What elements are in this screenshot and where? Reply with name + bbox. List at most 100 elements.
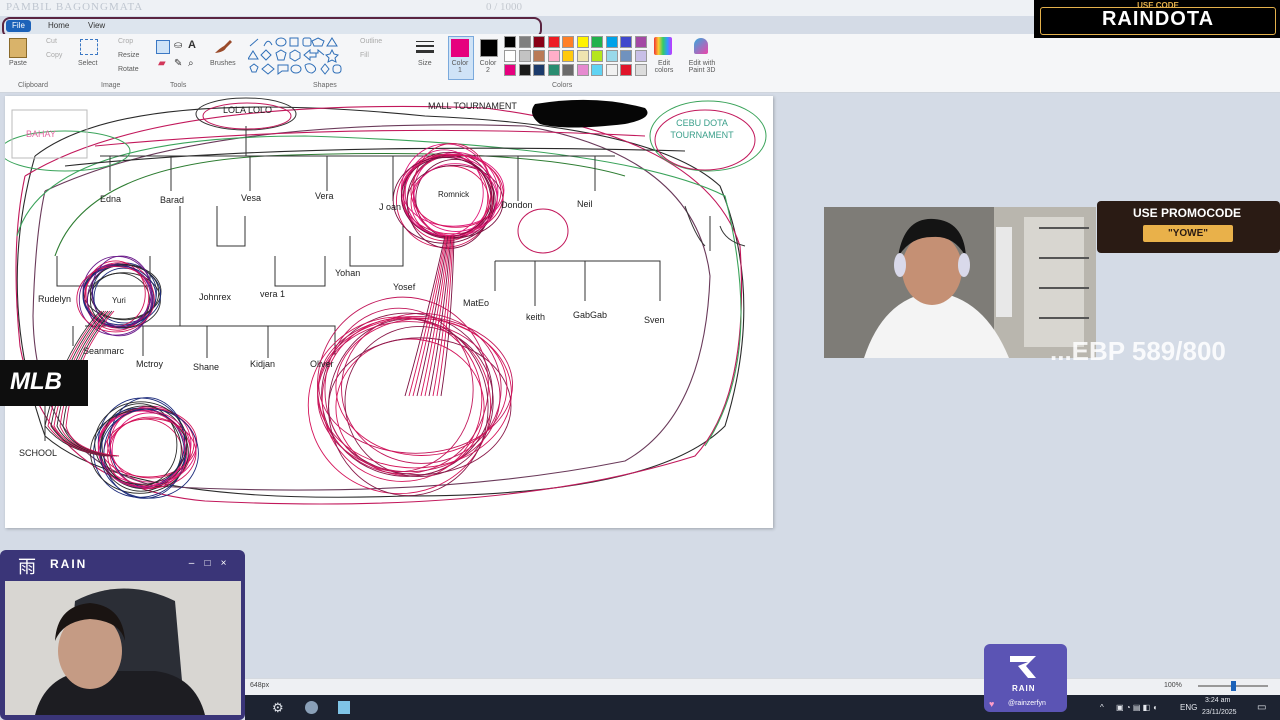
- palette-swatch[interactable]: [620, 64, 632, 76]
- palette-swatch[interactable]: [518, 64, 531, 76]
- zoom-level: 100%: [1164, 682, 1182, 689]
- edit-colors-icon[interactable]: [654, 37, 672, 55]
- size-button[interactable]: Size: [418, 60, 432, 67]
- paste-icon[interactable]: [9, 38, 27, 58]
- palette-swatch[interactable]: [634, 50, 647, 62]
- color-picker-icon[interactable]: ✎: [174, 58, 182, 69]
- color1-swatch: [451, 39, 469, 57]
- pencil-icon[interactable]: [156, 40, 170, 54]
- copy-button[interactable]: Copy: [46, 52, 62, 59]
- palette-swatch[interactable]: [504, 36, 516, 48]
- brushes-button[interactable]: Brushes: [210, 60, 236, 67]
- paint-app-icon[interactable]: [338, 701, 350, 714]
- paste-button[interactable]: Paste: [9, 60, 27, 67]
- palette-swatch[interactable]: [533, 50, 545, 62]
- palette-swatch[interactable]: [605, 36, 618, 48]
- text-icon[interactable]: A: [188, 39, 196, 51]
- palette-swatch[interactable]: [533, 64, 545, 76]
- settings-icon[interactable]: ⚙: [272, 700, 284, 716]
- clock-date[interactable]: 23/11/2025: [1202, 709, 1237, 716]
- palette-swatch[interactable]: [634, 64, 647, 76]
- guest-webcam: [5, 581, 241, 715]
- palette-swatch[interactable]: [562, 36, 574, 48]
- scribble-stroke: [97, 410, 186, 488]
- palette-swatch[interactable]: [605, 50, 618, 62]
- tab-home[interactable]: Home: [42, 20, 75, 32]
- notification-icon[interactable]: ▭: [1257, 702, 1266, 713]
- palette-swatch[interactable]: [562, 64, 574, 76]
- color2-swatch[interactable]: [480, 39, 498, 57]
- eraser-icon[interactable]: ▰: [158, 58, 166, 69]
- palette-swatch[interactable]: [591, 36, 603, 48]
- fill-bucket-icon[interactable]: ⛀: [174, 40, 182, 51]
- shapes-gallery[interactable]: [247, 37, 344, 77]
- label-cebu-dota: CEBU DOTA TOURNAMENT: [670, 118, 734, 140]
- palette-swatch[interactable]: [576, 64, 589, 76]
- label-yosef: Yosef: [393, 282, 416, 292]
- tray-chevron-icon[interactable]: ^: [1100, 703, 1104, 712]
- edit-colors-button[interactable]: Edit colors: [652, 60, 676, 74]
- maximize-icon[interactable]: □: [202, 558, 213, 569]
- app-icon[interactable]: [305, 701, 318, 714]
- cut-button[interactable]: Cut: [46, 38, 57, 45]
- tray-icons[interactable]: ▣ ◔ ▤ ◧ ◖: [1116, 703, 1157, 712]
- paint3d-button[interactable]: Edit with Paint 3D: [684, 60, 720, 74]
- window-title: PAMBIL BAGONGMATA: [6, 1, 144, 13]
- mlb-logo-text: MLB: [10, 368, 62, 395]
- palette-swatch[interactable]: [591, 50, 603, 62]
- status-bar: [245, 678, 1280, 696]
- label-sven: Sven: [644, 315, 665, 325]
- palette-swatch[interactable]: [605, 64, 618, 76]
- select-icon[interactable]: [80, 39, 98, 55]
- palette-swatch[interactable]: [576, 36, 589, 48]
- palette-swatch[interactable]: [576, 50, 589, 62]
- magnifier-icon[interactable]: ⌕: [188, 58, 194, 69]
- zoom-slider-thumb[interactable]: [1231, 681, 1236, 691]
- rain-logo-icon: 雨: [18, 557, 36, 577]
- label-barad: Barad: [160, 195, 185, 205]
- drawing-strokes: [5, 97, 767, 505]
- palette-swatch[interactable]: [547, 64, 560, 76]
- resize-button[interactable]: Resize: [118, 52, 139, 59]
- palette-swatch[interactable]: [547, 50, 560, 62]
- select-button[interactable]: Select: [78, 60, 97, 67]
- label-vesa: Vesa: [241, 193, 262, 203]
- palette-swatch[interactable]: [518, 36, 531, 48]
- label-romnick: Romnick: [438, 190, 470, 199]
- brush-icon[interactable]: [212, 38, 234, 56]
- rain-window-title: RAIN: [50, 557, 88, 571]
- rotate-button[interactable]: Rotate: [118, 66, 139, 73]
- fill-button[interactable]: Fill: [360, 52, 369, 59]
- size-icon[interactable]: [416, 40, 434, 54]
- palette-swatch[interactable]: [533, 36, 545, 48]
- palette-swatch[interactable]: [547, 36, 560, 48]
- palette-swatch[interactable]: [518, 50, 531, 62]
- tab-view[interactable]: View: [82, 20, 111, 32]
- scribble-stroke: [404, 235, 446, 397]
- tab-file[interactable]: File: [6, 20, 31, 32]
- label-lola-lolo: LOLA LOLO: [223, 105, 273, 115]
- rain-brand-text: RAIN: [1012, 684, 1036, 693]
- minimize-icon[interactable]: –: [186, 558, 197, 569]
- label-mctroy: Mctroy: [136, 359, 163, 369]
- close-icon[interactable]: ×: [218, 558, 229, 569]
- label-neil: Neil: [577, 199, 593, 209]
- palette-swatch[interactable]: [620, 50, 632, 62]
- outline-button[interactable]: Outline: [360, 38, 382, 45]
- crop-button[interactable]: Crop: [118, 38, 133, 45]
- palette-swatch[interactable]: [504, 50, 516, 62]
- label-joan: J oan: [379, 202, 402, 212]
- label-keith: keith: [526, 312, 546, 322]
- language-indicator[interactable]: ENG: [1180, 703, 1197, 712]
- color1-label: Color 1: [451, 60, 469, 74]
- clock-time[interactable]: 3:24 am: [1205, 697, 1230, 704]
- palette-swatch[interactable]: [620, 36, 632, 48]
- scribble-stroke: [412, 163, 498, 237]
- paint3d-icon[interactable]: [694, 38, 708, 54]
- drawing-canvas[interactable]: BAHAY LOLA LOLO MALL TOURNAMENT CEBU DOT…: [5, 96, 773, 528]
- social-handle: @rainzerfyn: [1008, 700, 1046, 707]
- palette-swatch[interactable]: [591, 64, 603, 76]
- palette-swatch[interactable]: [504, 64, 516, 76]
- palette-swatch[interactable]: [634, 36, 647, 48]
- palette-swatch[interactable]: [562, 50, 574, 62]
